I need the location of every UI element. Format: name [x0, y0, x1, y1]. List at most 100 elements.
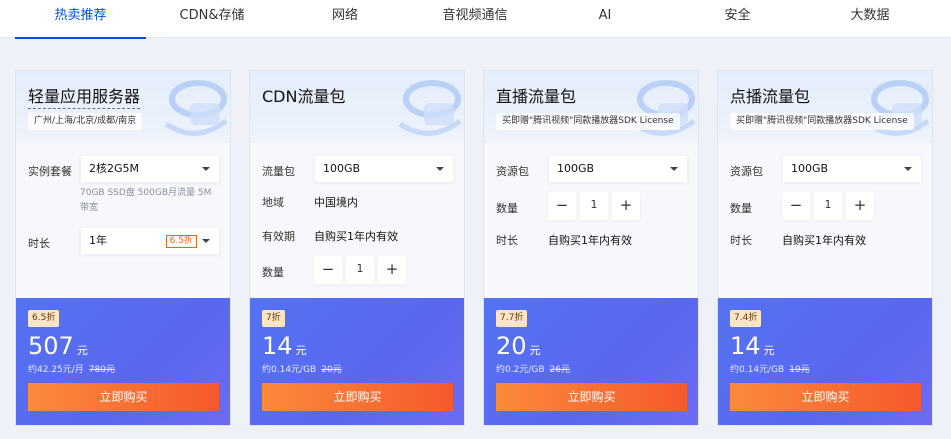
price: 14 元 — [262, 332, 307, 360]
quantity-label: 数量 — [496, 202, 518, 215]
validity-label: 有效期 — [262, 230, 295, 243]
increase-button[interactable]: + — [378, 256, 406, 284]
chevron-down-icon — [670, 167, 678, 171]
original-price: 20元 — [321, 365, 342, 375]
unit-price-value: 约42.25元/月 — [28, 365, 84, 375]
quantity-stepper: − 1 + — [782, 192, 874, 220]
category-tabs: 热卖推荐 CDN&存储 网络 音视频通信 AI 安全 大数据 — [0, 0, 951, 39]
product-illustration-icon — [398, 80, 462, 136]
tab-hot[interactable]: 热卖推荐 — [15, 0, 146, 39]
original-price: 19元 — [789, 365, 810, 375]
tab-ai[interactable]: AI — [575, 0, 635, 38]
duration-value: 自购买1年内有效 — [548, 234, 632, 247]
price: 14 元 — [730, 332, 775, 360]
decrease-button[interactable]: − — [548, 192, 576, 220]
product-card-vod: 点播流量包 买即赠"腾讯视频"同款播放器SDK License 资源包 100G… — [717, 70, 933, 426]
product-card-live: 直播流量包 买即赠"腾讯视频"同款播放器SDK License 资源包 100G… — [483, 70, 699, 426]
duration-select-value: 1年 — [89, 234, 107, 247]
gift-badge: 买即赠"腾讯视频"同款播放器SDK License — [730, 113, 914, 130]
product-card-cdn: CDN流量包 流量包 100GB 地域 中国境内 有效期 自购买1年内有效 数量… — [249, 70, 465, 426]
quantity-input[interactable]: 1 — [580, 192, 608, 220]
buy-now-button[interactable]: 立即购买 — [730, 383, 921, 411]
card-header: 轻量应用服务器 广州/上海/北京/成都/南京 — [16, 71, 230, 143]
card-header: 点播流量包 买即赠"腾讯视频"同款播放器SDK License — [718, 71, 932, 143]
quantity-stepper: − 1 + — [314, 256, 406, 284]
unit-price: 约0.14元/GB 19元 — [730, 362, 810, 375]
tab-cdn-storage[interactable]: CDN&存储 — [162, 0, 262, 38]
card-title: 直播流量包 — [496, 87, 577, 106]
duration-label: 时长 — [496, 234, 518, 247]
card-title: 点播流量包 — [730, 87, 811, 106]
chevron-down-icon — [436, 167, 444, 171]
pack-select[interactable]: 100GB — [548, 155, 688, 183]
chevron-down-icon — [202, 167, 210, 171]
tab-security[interactable]: 安全 — [700, 0, 775, 38]
increase-button[interactable]: + — [846, 192, 874, 220]
price: 20 元 — [496, 332, 541, 360]
unit-price-value: 约0.14元/GB — [730, 365, 785, 375]
unit-price: 约0.2元/GB 26元 — [496, 362, 570, 375]
tab-av-communication[interactable]: 音视频通信 — [420, 0, 530, 38]
duration-value: 自购买1年内有效 — [782, 234, 866, 247]
pack-select[interactable]: 100GB — [782, 155, 922, 183]
duration-discount-tag: 6.5折 — [165, 235, 197, 248]
price-unit: 元 — [763, 344, 775, 357]
quantity-input[interactable]: 1 — [814, 192, 842, 220]
price: 507 元 — [28, 332, 88, 360]
card-footer: 7.7折 20 元 约0.2元/GB 26元 立即购买 — [484, 298, 698, 425]
pack-select[interactable]: 100GB — [314, 155, 454, 183]
pack-select-value: 100GB — [791, 162, 829, 175]
pack-label: 资源包 — [496, 165, 529, 178]
buy-now-button[interactable]: 立即购买 — [262, 383, 453, 411]
pack-select-value: 100GB — [323, 162, 361, 175]
region-badge: 广州/上海/北京/成都/南京 — [28, 113, 143, 130]
duration-select[interactable]: 1年 6.5折 — [80, 227, 220, 255]
spec-select[interactable]: 2核2G5M — [80, 155, 220, 183]
discount-badge: 7折 — [262, 310, 285, 327]
card-title: 轻量应用服务器 — [28, 83, 141, 109]
gift-badge: 买即赠"腾讯视频"同款播放器SDK License — [496, 113, 680, 130]
region-label: 地域 — [262, 196, 284, 209]
price-value: 20 — [496, 332, 527, 360]
pack-label: 流量包 — [262, 165, 295, 178]
unit-price: 约42.25元/月 780元 — [28, 362, 115, 375]
price-unit: 元 — [295, 344, 307, 357]
decrease-button[interactable]: − — [782, 192, 810, 220]
quantity-stepper: − 1 + — [548, 192, 640, 220]
buy-now-button[interactable]: 立即购买 — [28, 383, 219, 411]
price-value: 14 — [262, 332, 293, 360]
card-header: CDN流量包 — [250, 71, 464, 143]
original-price: 780元 — [88, 365, 115, 375]
product-card-lighthouse: 轻量应用服务器 广州/上海/北京/成都/南京 实例套餐 2核2G5M 70GB … — [15, 70, 231, 426]
discount-badge: 7.7折 — [496, 310, 528, 327]
price-value: 14 — [730, 332, 761, 360]
tab-network[interactable]: 网络 — [300, 0, 390, 38]
product-illustration-icon — [632, 80, 696, 136]
card-header: 直播流量包 买即赠"腾讯视频"同款播放器SDK License — [484, 71, 698, 143]
product-illustration-icon — [164, 80, 228, 136]
buy-now-button[interactable]: 立即购买 — [496, 383, 687, 411]
tab-big-data[interactable]: 大数据 — [830, 0, 910, 38]
pack-select-value: 100GB — [557, 162, 595, 175]
original-price: 26元 — [549, 365, 570, 375]
card-footer: 6.5折 507 元 约42.25元/月 780元 立即购买 — [16, 298, 230, 425]
price-unit: 元 — [529, 344, 541, 357]
card-footer: 7折 14 元 约0.14元/GB 20元 立即购买 — [250, 298, 464, 425]
unit-price: 约0.14元/GB 20元 — [262, 362, 342, 375]
validity-value: 自购买1年内有效 — [314, 230, 398, 243]
chevron-down-icon — [202, 239, 210, 243]
region-value: 中国境内 — [314, 196, 358, 209]
quantity-label: 数量 — [262, 266, 284, 279]
chevron-down-icon — [904, 167, 912, 171]
discount-badge: 6.5折 — [28, 310, 60, 327]
spec-select-value: 2核2G5M — [89, 162, 140, 175]
decrease-button[interactable]: − — [314, 256, 342, 284]
card-title: CDN流量包 — [262, 87, 346, 106]
price-value: 507 — [28, 332, 74, 360]
increase-button[interactable]: + — [612, 192, 640, 220]
unit-price-value: 约0.14元/GB — [262, 365, 317, 375]
spec-note: 70GB SSD盘 500GB月流量 5M带宽 — [80, 188, 212, 213]
duration-label: 时长 — [28, 237, 50, 250]
unit-price-value: 约0.2元/GB — [496, 365, 545, 375]
quantity-input[interactable]: 1 — [346, 256, 374, 284]
